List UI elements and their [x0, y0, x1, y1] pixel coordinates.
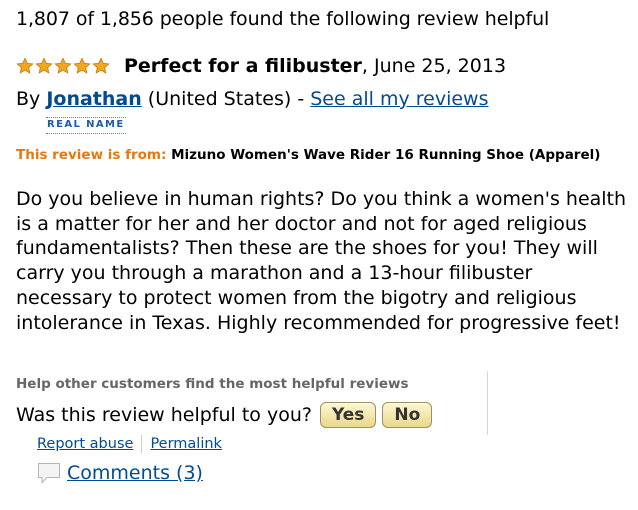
by-label: By [16, 88, 47, 110]
link-separator [141, 435, 143, 453]
help-others-heading: Help other customers find the most helpf… [16, 376, 409, 392]
star-icon [54, 57, 72, 75]
review-body: Do you believe in human rights? Do you t… [16, 188, 627, 334]
no-button[interactable]: No [382, 402, 433, 428]
vote-row: Was this review helpful to you? Yes No [16, 402, 433, 428]
real-name-badge[interactable]: REAL NAME [46, 117, 126, 134]
helpful-question: Was this review helpful to you? [16, 404, 312, 426]
report-abuse-link[interactable]: Report abuse [37, 436, 133, 452]
reviewer-name-link[interactable]: Jonathan [46, 88, 141, 110]
helpful-count: 1,807 of 1,856 people found the followin… [16, 8, 550, 30]
review-from-label: This review is from: [16, 147, 167, 163]
product-name: Mizuno Women's Wave Rider 16 Running Sho… [166, 147, 601, 163]
review-date: , June 25, 2013 [361, 55, 507, 77]
rating-title-row: Perfect for a filibuster , June 25, 2013 [16, 55, 506, 77]
permalink-link[interactable]: Permalink [150, 436, 222, 452]
comment-bubble-icon [37, 462, 61, 484]
reviewer-location: (United States) - [141, 88, 311, 110]
star-icon [92, 57, 110, 75]
star-icon [35, 57, 53, 75]
comments-link[interactable]: Comments (3) [67, 462, 203, 484]
star-rating [16, 57, 110, 75]
product-source: This review is from: Mizuno Women's Wave… [16, 146, 616, 165]
yes-button[interactable]: Yes [319, 402, 377, 428]
author-row: By Jonathan (United States) - See all my… [16, 88, 488, 110]
review-action-links: Report abuse Permalink [37, 435, 222, 453]
comments-row: Comments (3) [37, 462, 203, 484]
vote-divider [487, 371, 488, 435]
star-icon [73, 57, 91, 75]
review-title: Perfect for a filibuster [124, 55, 362, 77]
see-all-reviews-link[interactable]: See all my reviews [310, 88, 488, 110]
star-icon [16, 57, 34, 75]
